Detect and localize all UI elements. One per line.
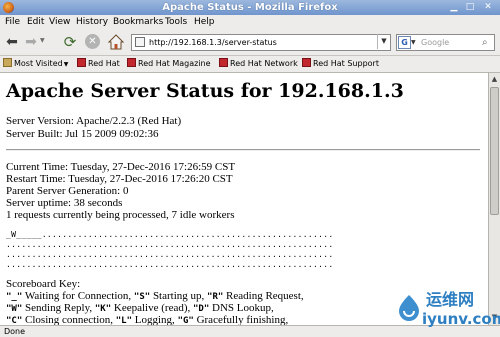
scoreboard-row: ........................................…: [6, 250, 334, 259]
watermark-logo-icon: [399, 295, 419, 321]
page-icon: [135, 37, 145, 47]
search-icon[interactable]: ⌕: [482, 35, 488, 50]
redhat-icon: [302, 58, 311, 67]
bookmark-red-hat-magazine[interactable]: Red Hat Magazine: [127, 56, 211, 72]
scoreboard-row: _W_____.................................…: [6, 230, 334, 239]
back-arrow-icon[interactable]: ⬅: [3, 33, 21, 51]
bookmarks-toolbar: Most Visited▼ Red Hat Red Hat Magazine R…: [0, 56, 500, 73]
request-summary: 1 requests currently being processed, 7 …: [6, 209, 235, 221]
chevron-down-icon: ▼: [63, 61, 69, 68]
server-generation: Parent Server Generation: 0: [6, 185, 129, 197]
bookmark-red-hat[interactable]: Red Hat: [77, 56, 120, 72]
url-text[interactable]: http://192.168.1.3/server-status: [149, 35, 277, 50]
menu-history[interactable]: History: [76, 15, 108, 29]
scoreboard-row: ........................................…: [6, 240, 334, 249]
title-bar: Apache Status - Mozilla Firefox ▁ □ ✕: [0, 0, 500, 16]
search-bar: G ▼ ⌕: [396, 34, 495, 51]
search-input[interactable]: [421, 35, 481, 50]
forward-arrow-icon[interactable]: ➡: [22, 33, 40, 51]
status-text: Done: [4, 327, 26, 336]
redhat-icon: [127, 58, 136, 67]
menu-help[interactable]: Help: [194, 15, 215, 29]
bookmark-red-hat-support[interactable]: Red Hat Support: [302, 56, 379, 72]
url-dropdown-icon[interactable]: ▼: [377, 34, 390, 49]
watermark: 运维网 iyunv.com: [394, 288, 500, 332]
server-version: Server Version: Apache/2.2.3 (Red Hat): [6, 115, 182, 127]
navigation-toolbar: ⬅ ➡ ▼ ⟳ ✕ http://192.168.1.3/server-stat…: [0, 29, 500, 56]
bookmark-folder-icon: [3, 58, 12, 67]
bookmark-most-visited[interactable]: Most Visited▼: [3, 56, 68, 72]
restart-time: Restart Time: Tuesday, 27-Dec-2016 17:26…: [6, 173, 233, 185]
menu-bookmarks[interactable]: Bookmarks: [113, 15, 163, 29]
scoreboard-key-line: "_" Waiting for Connection, "S" Starting…: [6, 290, 304, 302]
menu-tools[interactable]: Tools: [165, 15, 187, 29]
google-icon[interactable]: G: [398, 36, 411, 49]
firefox-window: Apache Status - Mozilla Firefox ▁ □ ✕ Fi…: [0, 0, 500, 337]
scroll-up-icon[interactable]: ▲: [489, 74, 500, 85]
history-dropdown-icon[interactable]: ▼: [40, 38, 45, 44]
scoreboard-key-line: "W" Sending Reply, "K" Keepalive (read),…: [6, 302, 274, 314]
scoreboard-row: ........................................…: [6, 260, 334, 269]
page-title: Apache Server Status for 192.168.1.3: [6, 80, 404, 102]
watermark-title: 运维网: [426, 290, 475, 309]
home-icon[interactable]: [107, 33, 125, 51]
divider: [6, 149, 480, 151]
menu-edit[interactable]: Edit: [27, 15, 44, 29]
current-time: Current Time: Tuesday, 27-Dec-2016 17:26…: [6, 161, 236, 173]
scoreboard-key-title: Scoreboard Key:: [6, 278, 81, 290]
redhat-icon: [219, 58, 228, 67]
reload-icon[interactable]: ⟳: [61, 33, 79, 51]
scroll-thumb[interactable]: [490, 87, 499, 215]
redhat-icon: [77, 58, 86, 67]
maximize-button[interactable]: □: [463, 1, 477, 13]
search-engine-dropdown-icon[interactable]: ▼: [411, 35, 416, 50]
bookmark-red-hat-network[interactable]: Red Hat Network: [219, 56, 298, 72]
close-button[interactable]: ✕: [481, 1, 495, 13]
server-built: Server Built: Jul 15 2009 09:02:36: [6, 128, 159, 140]
menu-file[interactable]: File: [5, 15, 20, 29]
menu-view[interactable]: View: [49, 15, 70, 29]
stop-icon[interactable]: ✕: [85, 34, 100, 49]
window-title: Apache Status - Mozilla Firefox: [162, 2, 338, 13]
server-uptime: Server uptime: 38 seconds: [6, 197, 123, 209]
minimize-button[interactable]: ▁: [447, 1, 461, 13]
url-bar[interactable]: http://192.168.1.3/server-status: [131, 34, 391, 51]
watermark-url: iyunv.com: [422, 310, 500, 328]
scoreboard-key-line: "C" Closing connection, "L" Logging, "G"…: [6, 314, 289, 325]
menu-bar: File Edit View History Bookmarks Tools H…: [0, 15, 500, 29]
